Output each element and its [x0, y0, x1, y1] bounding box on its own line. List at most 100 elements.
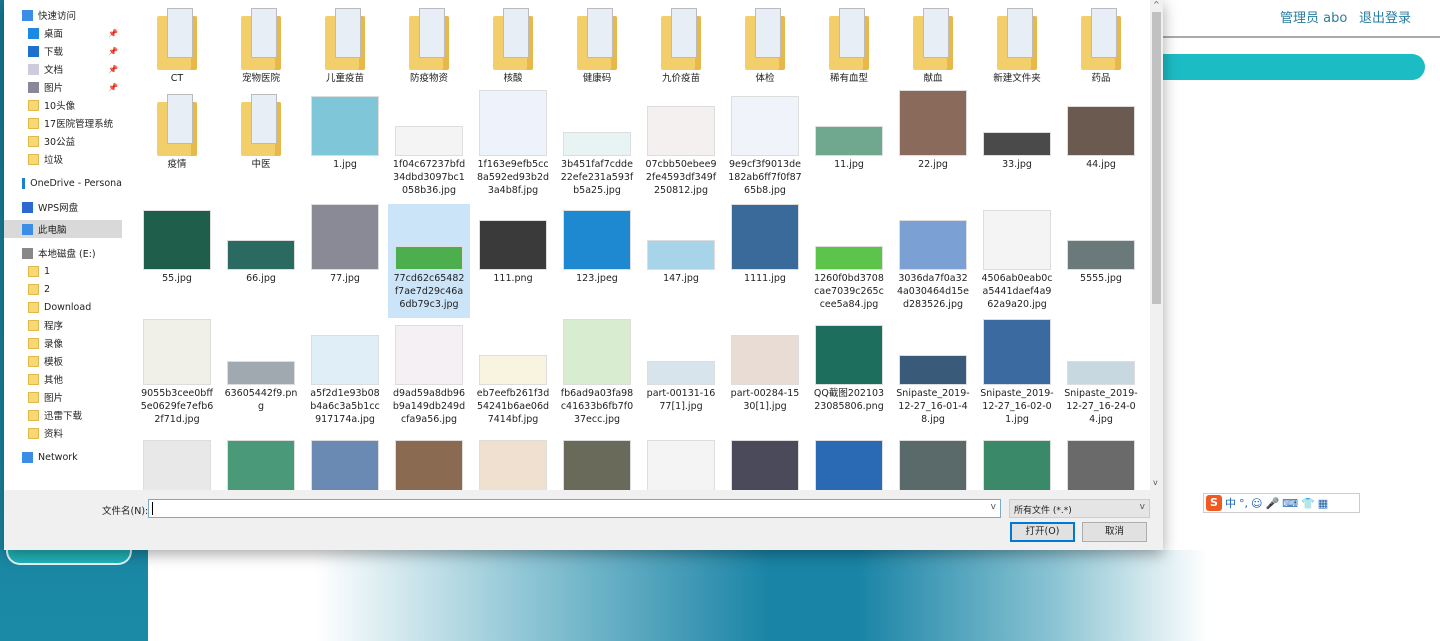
nav-item[interactable]: 1: [4, 262, 122, 280]
folder-item[interactable]: 儿童疫苗: [304, 4, 386, 104]
file-item[interactable]: [976, 434, 1058, 490]
ime-tool-icon[interactable]: ⌨: [1282, 497, 1298, 510]
scroll-up-icon[interactable]: ^: [1153, 0, 1160, 9]
file-item[interactable]: 33.jpg: [976, 90, 1058, 190]
scroll-down-icon[interactable]: v: [1153, 478, 1158, 487]
file-item[interactable]: 22.jpg: [892, 90, 974, 190]
folder-item[interactable]: CT: [136, 4, 218, 104]
file-item[interactable]: [1060, 434, 1142, 490]
file-item[interactable]: 77.jpg: [304, 204, 386, 318]
nav-item[interactable]: 录像: [4, 334, 122, 352]
nav-item[interactable]: 17医院管理系统: [4, 114, 122, 132]
folder-item[interactable]: 宠物医院: [220, 4, 302, 104]
file-item[interactable]: 63605442f9.png: [220, 319, 302, 419]
file-item[interactable]: [136, 434, 218, 490]
file-item[interactable]: [808, 434, 890, 490]
file-item[interactable]: eb7eefb261f3d54241b6ae06d7414bf.jpg: [472, 319, 554, 425]
file-item[interactable]: [724, 434, 806, 490]
folder-item[interactable]: 新建文件夹: [976, 4, 1058, 104]
nav-item[interactable]: 本地磁盘 (E:): [4, 244, 122, 262]
vertical-scrollbar[interactable]: ^ v: [1150, 0, 1163, 490]
file-item[interactable]: 77cd62c65482f7ae7d29c46a6db79c3.jpg: [388, 204, 470, 318]
file-item[interactable]: 55.jpg: [136, 204, 218, 318]
nav-item[interactable]: 程序: [4, 316, 122, 334]
nav-item[interactable]: 2: [4, 280, 122, 298]
file-item[interactable]: a5f2d1e93b08b4a6c3a5b1cc917174a.jpg: [304, 319, 386, 425]
ime-tool-icon[interactable]: 🎤: [1265, 497, 1279, 510]
logout-link[interactable]: 退出登录: [1359, 7, 1411, 26]
nav-item[interactable]: 图片: [4, 388, 122, 406]
file-item[interactable]: [556, 434, 638, 490]
file-item[interactable]: 3036da7f0a324a030464d15ed283526.jpg: [892, 204, 974, 318]
file-item[interactable]: 5555.jpg: [1060, 204, 1142, 318]
folder-item[interactable]: 稀有血型: [808, 4, 890, 104]
folder-item[interactable]: 九价疫苗: [640, 4, 722, 104]
file-item[interactable]: 1260f0bd3708cae7039c265ccee5a84.jpg: [808, 204, 890, 318]
file-item[interactable]: Snipaste_2019-12-27_16-02-01.jpg: [976, 319, 1058, 425]
ime-tool-icon[interactable]: 中: [1225, 495, 1236, 511]
nav-item[interactable]: 模板: [4, 352, 122, 370]
file-item[interactable]: 1.jpg: [304, 90, 386, 190]
nav-item[interactable]: 文档 📌: [4, 60, 122, 78]
file-item[interactable]: fb6ad9a03fa98c41633b6fb7f037ecc.jpg: [556, 319, 638, 425]
file-item[interactable]: 123.jpeg: [556, 204, 638, 318]
nav-item[interactable]: Network: [4, 448, 122, 466]
nav-item[interactable]: WPS网盘: [4, 198, 122, 216]
ime-toolbar[interactable]: S 中 °, ☺ 🎤 ⌨ 👕 ▦: [1203, 493, 1360, 513]
file-item[interactable]: [388, 434, 470, 490]
file-item[interactable]: 9055b3cee0bff5e0629fe7efb62f71d.jpg: [136, 319, 218, 425]
folder-item[interactable]: 核酸: [472, 4, 554, 104]
file-item[interactable]: 07cbb50ebee92fe4593df349f250812.jpg: [640, 90, 722, 196]
file-item[interactable]: 1f04c67237bfd34dbd3097bc1058b36.jpg: [388, 90, 470, 196]
folder-item[interactable]: 药品: [1060, 4, 1142, 104]
file-item[interactable]: part-00131-1677[1].jpg: [640, 319, 722, 419]
folder-item[interactable]: 献血: [892, 4, 974, 104]
file-item[interactable]: 44.jpg: [1060, 90, 1142, 190]
nav-item[interactable]: 其他: [4, 370, 122, 388]
open-button[interactable]: 打开(O): [1010, 522, 1075, 542]
nav-item[interactable]: Download: [4, 298, 122, 316]
folder-item[interactable]: 疫情: [136, 90, 218, 190]
file-item[interactable]: 3b451faf7cdde22efe231a593fb5a25.jpg: [556, 90, 638, 196]
folder-item[interactable]: 防疫物资: [388, 4, 470, 104]
file-item[interactable]: [892, 434, 974, 490]
nav-item[interactable]: 快速访问: [4, 6, 122, 24]
file-item[interactable]: QQ截图20210323085806.png: [808, 319, 890, 419]
file-item[interactable]: [472, 434, 554, 490]
folder-item[interactable]: 健康码: [556, 4, 638, 104]
file-item[interactable]: 66.jpg: [220, 204, 302, 318]
file-item[interactable]: Snipaste_2019-12-27_16-01-48.jpg: [892, 319, 974, 425]
nav-item[interactable]: 迅雷下载: [4, 406, 122, 424]
file-item[interactable]: 111.png: [472, 204, 554, 318]
nav-item[interactable]: 资料: [4, 424, 122, 442]
ime-tool-icon[interactable]: 👕: [1301, 497, 1315, 510]
nav-item[interactable]: 下载 📌: [4, 42, 122, 60]
file-item[interactable]: 9e9cf3f9013de182ab6ff7f0f8765b8.jpg: [724, 90, 806, 196]
file-type-select[interactable]: 所有文件 (*.*) v: [1009, 499, 1150, 518]
chevron-down-icon[interactable]: v: [991, 502, 996, 512]
nav-item[interactable]: 此电脑: [4, 220, 122, 238]
nav-item[interactable]: 10头像: [4, 96, 122, 114]
ime-tool-icon[interactable]: ▦: [1318, 497, 1328, 510]
folder-item[interactable]: 中医: [220, 90, 302, 190]
file-item[interactable]: 1111.jpg: [724, 204, 806, 318]
file-item[interactable]: d9ad59a8db96b9a149db249dcfa9a56.jpg: [388, 319, 470, 425]
ime-tool-icon[interactable]: °,: [1239, 497, 1248, 510]
nav-item[interactable]: 30公益: [4, 132, 122, 150]
file-item[interactable]: [304, 434, 386, 490]
admin-user-link[interactable]: 管理员 abo: [1280, 7, 1347, 26]
nav-item[interactable]: 桌面 📌: [4, 24, 122, 42]
file-item[interactable]: [640, 434, 722, 490]
file-item[interactable]: 4506ab0eab0ca5441daef4a962a9a20.jpg: [976, 204, 1058, 318]
folder-item[interactable]: 体检: [724, 4, 806, 104]
filename-input[interactable]: v: [148, 499, 1001, 518]
nav-item[interactable]: 图片 📌: [4, 78, 122, 96]
file-item[interactable]: part-00284-1530[1].jpg: [724, 319, 806, 419]
cancel-button[interactable]: 取消: [1082, 522, 1147, 542]
ime-tool-icon[interactable]: ☺: [1251, 497, 1262, 510]
file-item[interactable]: 11.jpg: [808, 90, 890, 190]
scrollbar-thumb[interactable]: [1152, 12, 1161, 304]
file-item[interactable]: 147.jpg: [640, 204, 722, 318]
file-item[interactable]: Snipaste_2019-12-27_16-24-04.jpg: [1060, 319, 1142, 425]
nav-item[interactable]: OneDrive - Persona: [4, 174, 122, 192]
